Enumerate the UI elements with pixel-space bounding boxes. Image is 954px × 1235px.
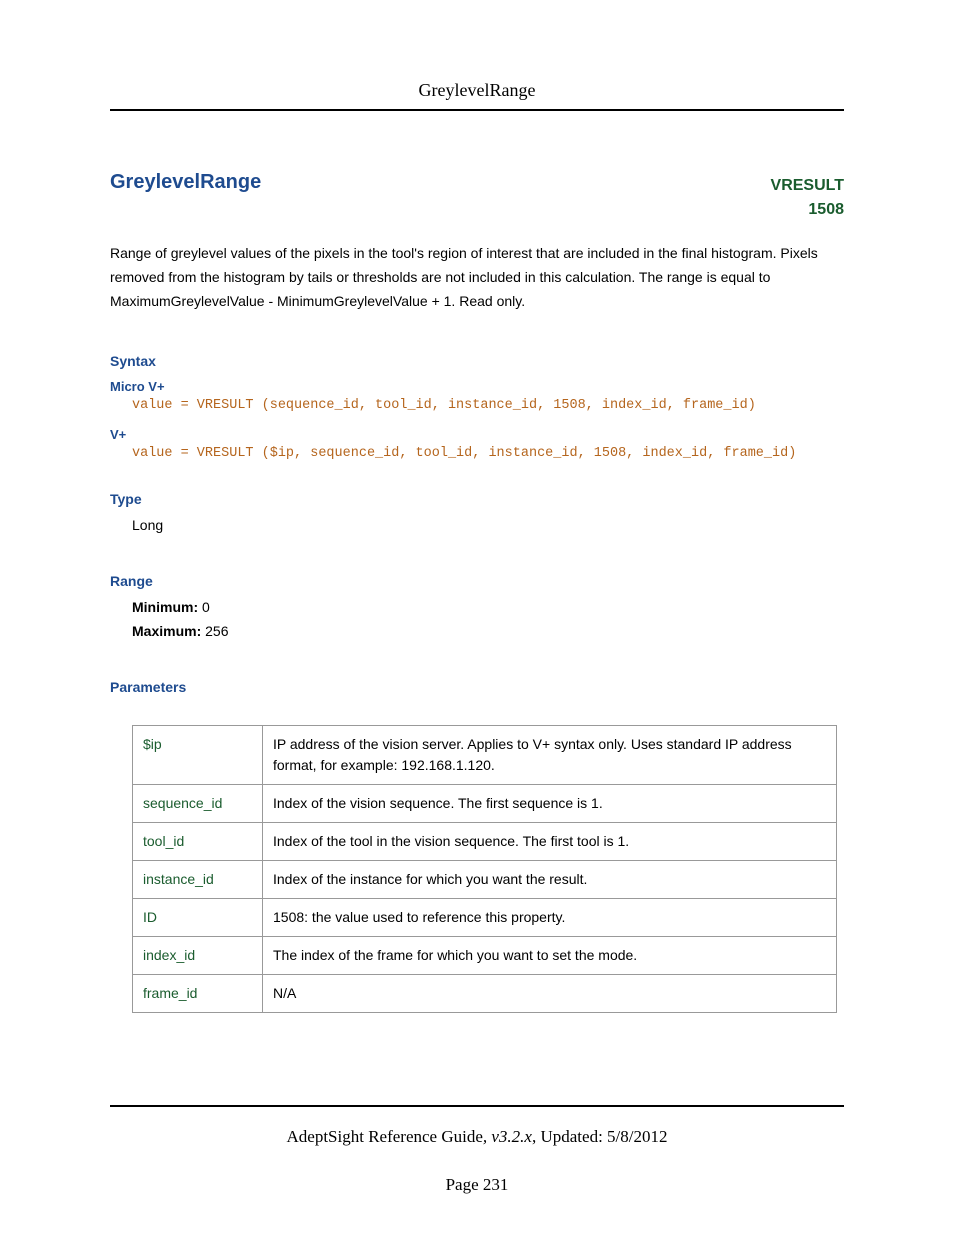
- footer-book-title: AdeptSight Reference Guide: [287, 1127, 483, 1146]
- range-max-label: Maximum:: [132, 623, 201, 639]
- vplus-label: V+: [110, 427, 844, 442]
- description-text: Range of greylevel values of the pixels …: [110, 242, 844, 313]
- parameters-section: Parameters $ipIP address of the vision s…: [110, 679, 844, 1013]
- page-footer: AdeptSight Reference Guide, v3.2.x, Upda…: [110, 1105, 844, 1195]
- range-min-label: Minimum:: [132, 599, 198, 615]
- page-header-title: GreylevelRange: [110, 80, 844, 111]
- range-min-value: 0: [202, 599, 210, 615]
- range-maximum: Maximum: 256: [132, 623, 844, 639]
- type-heading: Type: [110, 491, 844, 507]
- footer-citation: AdeptSight Reference Guide, v3.2.x, Upda…: [110, 1105, 844, 1147]
- param-desc-cell: IP address of the vision server. Applies…: [263, 726, 837, 785]
- range-max-value: 256: [205, 623, 228, 639]
- table-row: tool_idIndex of the tool in the vision s…: [133, 823, 837, 861]
- table-row: frame_idN/A: [133, 975, 837, 1013]
- param-name-cell: frame_id: [133, 975, 263, 1013]
- type-section: Type Long: [110, 491, 844, 533]
- param-name-cell: instance_id: [133, 861, 263, 899]
- page-number: Page 231: [110, 1175, 844, 1195]
- param-name-cell: tool_id: [133, 823, 263, 861]
- footer-version: , v3.2.x: [483, 1127, 532, 1146]
- syntax-heading: Syntax: [110, 353, 844, 369]
- range-minimum: Minimum: 0: [132, 599, 844, 615]
- micro-vplus-code: value = VRESULT (sequence_id, tool_id, i…: [132, 398, 844, 413]
- parameters-heading: Parameters: [110, 679, 844, 695]
- param-name-cell: index_id: [133, 937, 263, 975]
- footer-updated: , Updated: 5/8/2012: [532, 1127, 668, 1146]
- table-row: sequence_idIndex of the vision sequence.…: [133, 785, 837, 823]
- range-section: Range Minimum: 0 Maximum: 256: [110, 573, 844, 639]
- syntax-section: Syntax Micro V+ value = VRESULT (sequenc…: [110, 353, 844, 461]
- param-name-cell: sequence_id: [133, 785, 263, 823]
- table-row: ID1508: the value used to reference this…: [133, 899, 837, 937]
- table-row: index_idThe index of the frame for which…: [133, 937, 837, 975]
- table-row: instance_idIndex of the instance for whi…: [133, 861, 837, 899]
- param-desc-cell: 1508: the value used to reference this p…: [263, 899, 837, 937]
- param-desc-cell: N/A: [263, 975, 837, 1013]
- param-desc-cell: Index of the instance for which you want…: [263, 861, 837, 899]
- vplus-code: value = VRESULT ($ip, sequence_id, tool_…: [132, 446, 844, 461]
- param-name-cell: ID: [133, 899, 263, 937]
- micro-vplus-label: Micro V+: [110, 379, 844, 394]
- param-name-cell: $ip: [133, 726, 263, 785]
- result-id-tag: 1508: [110, 198, 844, 222]
- parameters-table: $ipIP address of the vision server. Appl…: [132, 725, 837, 1013]
- param-desc-cell: The index of the frame for which you wan…: [263, 937, 837, 975]
- content-area: GreylevelRange VRESULT 1508 Range of gre…: [110, 171, 844, 1013]
- range-heading: Range: [110, 573, 844, 589]
- param-desc-cell: Index of the tool in the vision sequence…: [263, 823, 837, 861]
- table-row: $ipIP address of the vision server. Appl…: [133, 726, 837, 785]
- document-page: GreylevelRange GreylevelRange VRESULT 15…: [0, 0, 954, 1235]
- param-desc-cell: Index of the vision sequence. The first …: [263, 785, 837, 823]
- type-value: Long: [132, 517, 844, 533]
